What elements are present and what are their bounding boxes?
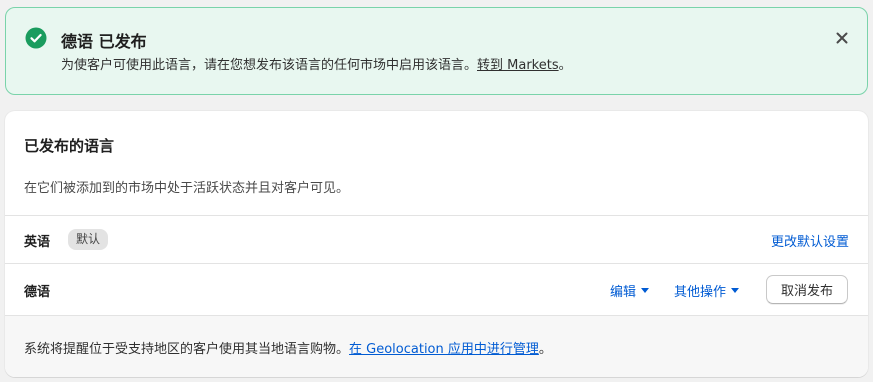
more-actions-label: 其他操作 xyxy=(674,285,727,300)
card-description: 在它们被添加到的市场中处于活跃状态并且对客户可见。 xyxy=(24,181,350,196)
geolocation-footer: 系统将提醒位于受支持地区的客户使用其当地语言购物。在 Geolocation 应… xyxy=(5,315,868,377)
language-row-english: 英语 默认 更改默认设置 xyxy=(5,215,868,263)
language-name: 英语 xyxy=(24,235,51,250)
banner-title: 德语 已发布 xyxy=(61,32,147,51)
footer-message: 系统将提醒位于受支持地区的客户使用其当地语言购物。在 Geolocation 应… xyxy=(24,338,552,357)
go-to-markets-link[interactable]: 转到 Markets xyxy=(477,58,559,73)
banner-message-text: 为使客户可使用此语言，请在您想发布该语言的任何市场中启用该语言。 xyxy=(61,58,478,73)
footer-text-end: 。 xyxy=(538,342,552,357)
caret-down-icon xyxy=(731,288,740,293)
unpublish-button[interactable]: 取消发布 xyxy=(766,275,848,304)
language-row-german: 德语 编辑 其他操作 取消发布 xyxy=(5,263,868,315)
card-title: 已发布的语言 xyxy=(24,137,115,155)
caret-down-icon xyxy=(641,288,650,293)
geolocation-link[interactable]: 在 Geolocation 应用中进行管理 xyxy=(349,342,539,357)
published-languages-card: 已发布的语言 在它们被添加到的市场中处于活跃状态并且对客户可见。 英语 默认 更… xyxy=(5,111,868,377)
banner-message-end: 。 xyxy=(558,58,572,73)
success-banner: 德语 已发布 为使客户可使用此语言，请在您想发布该语言的任何市场中启用该语言。转… xyxy=(5,7,868,95)
check-circle-icon xyxy=(25,27,47,49)
language-name: 德语 xyxy=(24,285,51,300)
edit-dropdown[interactable]: 编辑 xyxy=(610,281,650,300)
change-default-link[interactable]: 更改默认设置 xyxy=(771,231,849,250)
footer-text: 系统将提醒位于受支持地区的客户使用其当地语言购物。 xyxy=(24,342,350,357)
more-actions-dropdown[interactable]: 其他操作 xyxy=(674,281,740,300)
banner-message: 为使客户可使用此语言，请在您想发布该语言的任何市场中启用该语言。转到 Marke… xyxy=(61,54,572,73)
default-badge: 默认 xyxy=(68,229,109,250)
edit-label: 编辑 xyxy=(610,285,637,300)
close-icon[interactable] xyxy=(832,28,852,48)
